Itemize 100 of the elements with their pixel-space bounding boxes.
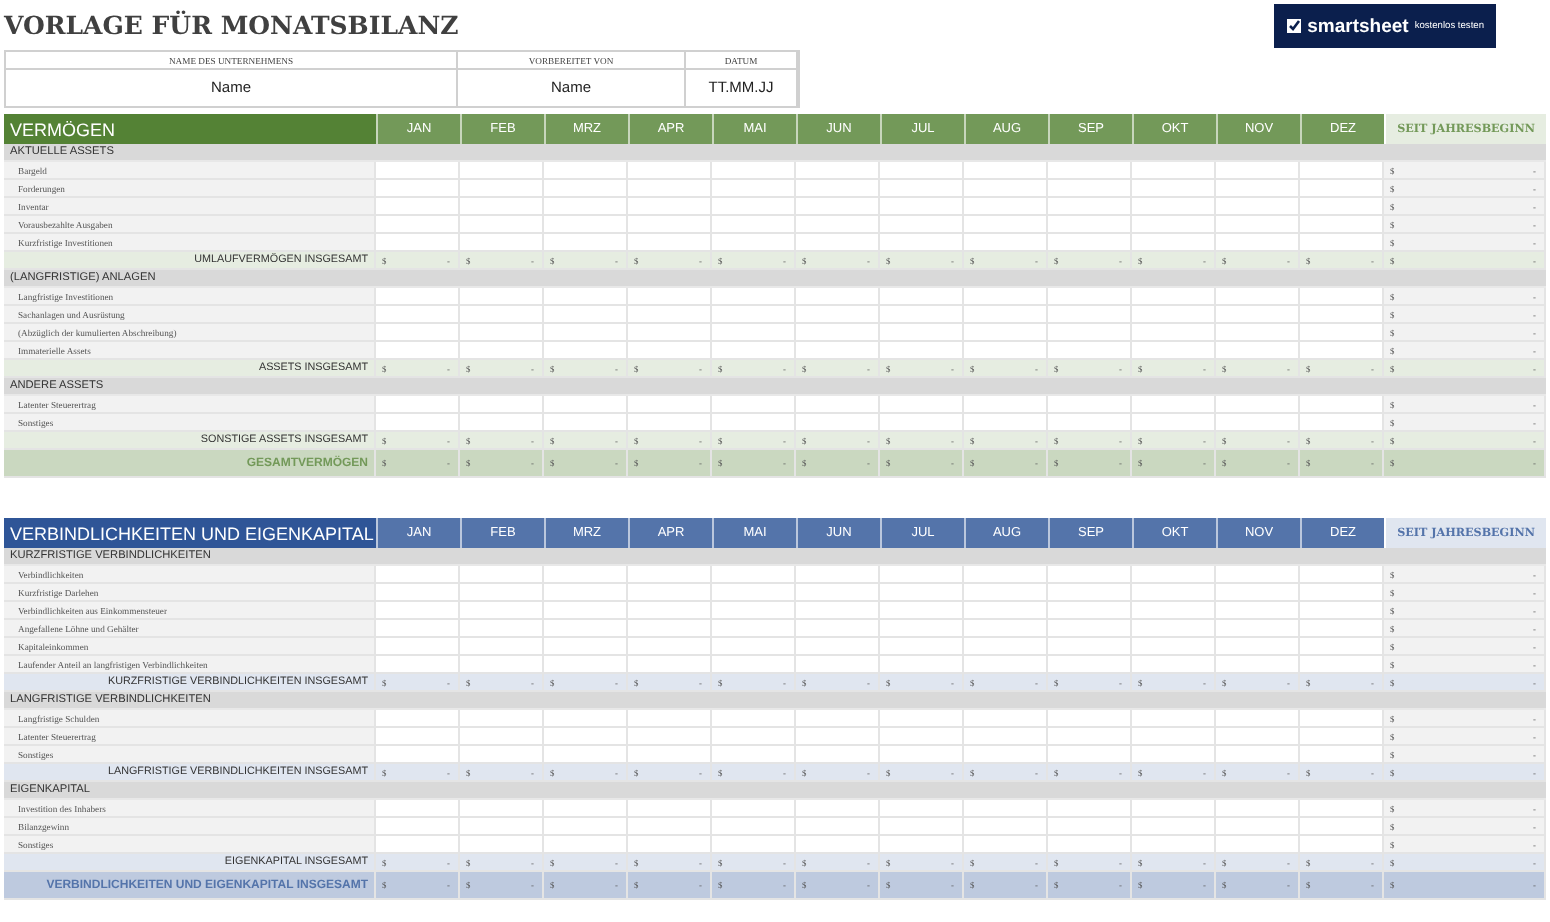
empty-cell[interactable] — [460, 566, 544, 584]
empty-cell[interactable] — [880, 396, 964, 414]
empty-cell[interactable] — [796, 180, 880, 198]
empty-cell[interactable] — [796, 800, 880, 818]
empty-cell[interactable] — [1132, 620, 1216, 638]
empty-cell[interactable] — [460, 324, 544, 342]
empty-cell[interactable] — [1048, 728, 1132, 746]
empty-cell[interactable] — [544, 800, 628, 818]
empty-cell[interactable] — [544, 162, 628, 180]
empty-cell[interactable] — [964, 216, 1048, 234]
empty-cell[interactable] — [964, 602, 1048, 620]
empty-cell[interactable] — [1132, 288, 1216, 306]
empty-cell[interactable] — [544, 602, 628, 620]
empty-cell[interactable] — [880, 198, 964, 216]
empty-cell[interactable] — [628, 396, 712, 414]
empty-cell[interactable] — [1132, 306, 1216, 324]
empty-cell[interactable] — [544, 198, 628, 216]
empty-cell[interactable] — [628, 602, 712, 620]
empty-cell[interactable] — [460, 584, 544, 602]
empty-cell[interactable] — [1132, 728, 1216, 746]
empty-cell[interactable] — [964, 162, 1048, 180]
empty-cell[interactable] — [796, 324, 880, 342]
empty-cell[interactable] — [1216, 800, 1300, 818]
empty-cell[interactable] — [712, 288, 796, 306]
empty-cell[interactable] — [964, 324, 1048, 342]
empty-cell[interactable] — [1132, 566, 1216, 584]
empty-cell[interactable] — [460, 306, 544, 324]
empty-cell[interactable] — [796, 638, 880, 656]
empty-cell[interactable] — [1048, 288, 1132, 306]
empty-cell[interactable] — [544, 288, 628, 306]
empty-cell[interactable] — [712, 396, 796, 414]
empty-cell[interactable] — [1048, 638, 1132, 656]
empty-cell[interactable] — [880, 620, 964, 638]
empty-cell[interactable] — [964, 584, 1048, 602]
empty-cell[interactable] — [964, 288, 1048, 306]
empty-cell[interactable] — [628, 180, 712, 198]
empty-cell[interactable] — [1216, 180, 1300, 198]
empty-cell[interactable] — [796, 306, 880, 324]
empty-cell[interactable] — [460, 728, 544, 746]
empty-cell[interactable] — [1132, 216, 1216, 234]
empty-cell[interactable] — [544, 324, 628, 342]
empty-cell[interactable] — [880, 566, 964, 584]
empty-cell[interactable] — [1216, 396, 1300, 414]
empty-cell[interactable] — [796, 288, 880, 306]
empty-cell[interactable] — [1216, 306, 1300, 324]
empty-cell[interactable] — [628, 306, 712, 324]
empty-cell[interactable] — [1048, 710, 1132, 728]
empty-cell[interactable] — [1048, 162, 1132, 180]
empty-cell[interactable] — [1048, 818, 1132, 836]
empty-cell[interactable] — [964, 710, 1048, 728]
empty-cell[interactable] — [880, 800, 964, 818]
empty-cell[interactable] — [880, 162, 964, 180]
empty-cell[interactable] — [964, 180, 1048, 198]
empty-cell[interactable] — [1048, 800, 1132, 818]
empty-cell[interactable] — [796, 584, 880, 602]
empty-cell[interactable] — [1132, 710, 1216, 728]
empty-cell[interactable] — [712, 216, 796, 234]
empty-cell[interactable] — [460, 288, 544, 306]
empty-cell[interactable] — [796, 710, 880, 728]
empty-cell[interactable] — [628, 710, 712, 728]
empty-cell[interactable] — [1216, 728, 1300, 746]
empty-cell[interactable] — [544, 620, 628, 638]
empty-cell[interactable] — [712, 728, 796, 746]
empty-cell[interactable] — [712, 584, 796, 602]
empty-cell[interactable] — [880, 216, 964, 234]
empty-cell[interactable] — [1048, 306, 1132, 324]
empty-cell[interactable] — [544, 818, 628, 836]
empty-cell[interactable] — [1048, 566, 1132, 584]
empty-cell[interactable] — [460, 180, 544, 198]
empty-cell[interactable] — [1132, 638, 1216, 656]
empty-cell[interactable] — [1048, 198, 1132, 216]
empty-cell[interactable] — [964, 818, 1048, 836]
empty-cell[interactable] — [1216, 324, 1300, 342]
empty-cell[interactable] — [880, 728, 964, 746]
empty-cell[interactable] — [796, 620, 880, 638]
empty-cell[interactable] — [964, 620, 1048, 638]
empty-cell[interactable] — [1216, 710, 1300, 728]
empty-cell[interactable] — [964, 566, 1048, 584]
empty-cell[interactable] — [628, 620, 712, 638]
empty-cell[interactable] — [1216, 818, 1300, 836]
empty-cell[interactable] — [628, 162, 712, 180]
empty-cell[interactable] — [628, 800, 712, 818]
empty-cell[interactable] — [460, 198, 544, 216]
empty-cell[interactable] — [628, 566, 712, 584]
empty-cell[interactable] — [1048, 584, 1132, 602]
empty-cell[interactable] — [460, 710, 544, 728]
empty-cell[interactable] — [1216, 584, 1300, 602]
empty-cell[interactable] — [712, 620, 796, 638]
empty-cell[interactable] — [1132, 180, 1216, 198]
empty-cell[interactable] — [628, 216, 712, 234]
empty-cell[interactable] — [544, 180, 628, 198]
empty-cell[interactable] — [964, 728, 1048, 746]
empty-cell[interactable] — [796, 566, 880, 584]
empty-cell[interactable] — [796, 818, 880, 836]
empty-cell[interactable] — [712, 710, 796, 728]
empty-cell[interactable] — [880, 324, 964, 342]
empty-cell[interactable] — [964, 396, 1048, 414]
empty-cell[interactable] — [1132, 584, 1216, 602]
empty-cell[interactable] — [1216, 566, 1300, 584]
empty-cell[interactable] — [460, 162, 544, 180]
